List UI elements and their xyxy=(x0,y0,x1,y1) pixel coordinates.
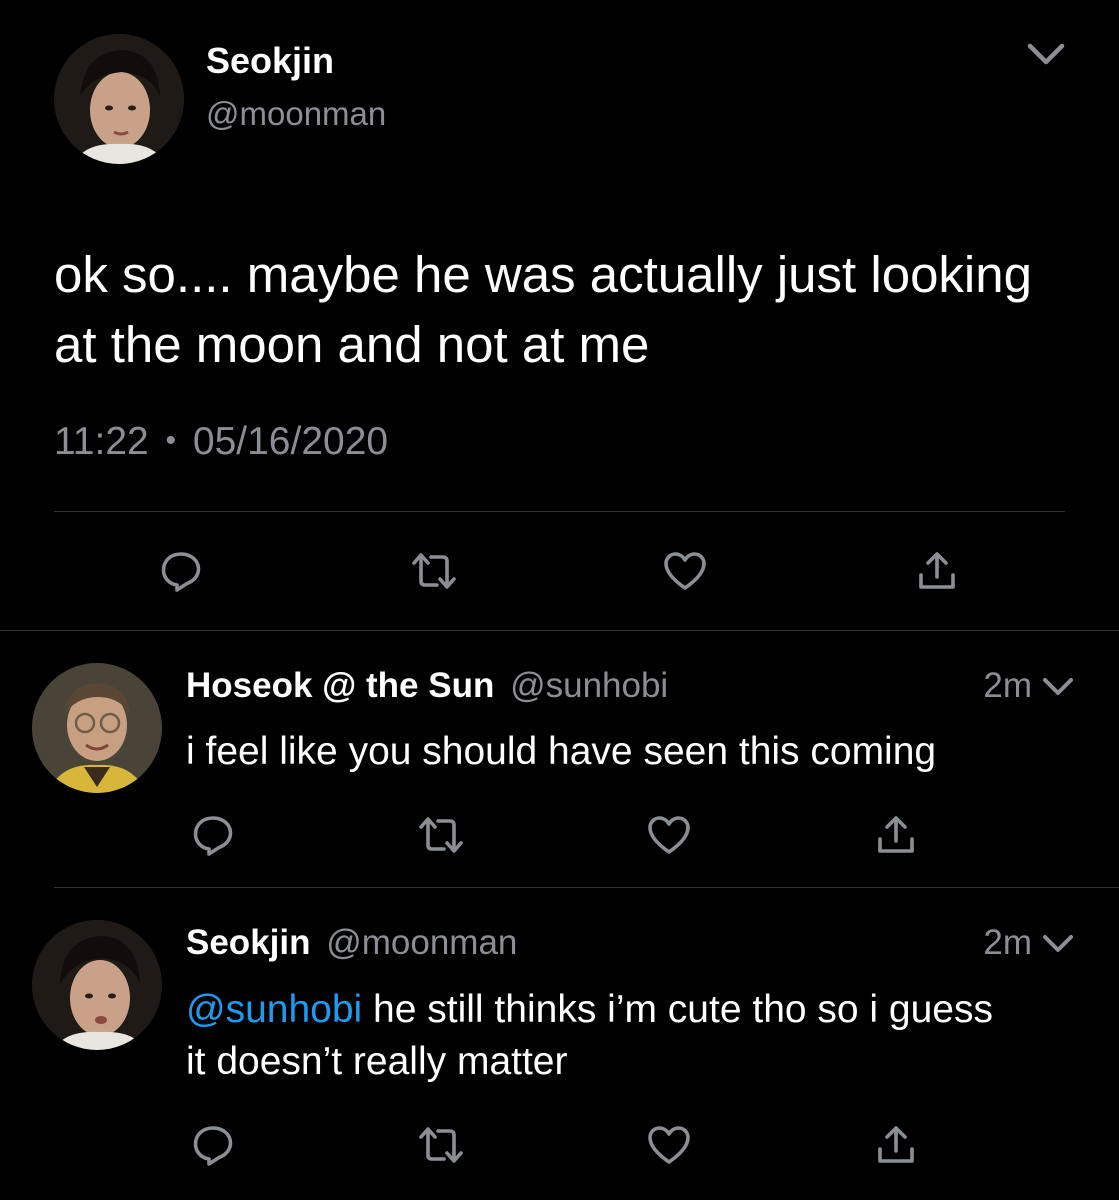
reply-display-name[interactable]: Seokjin xyxy=(186,923,310,962)
section-divider xyxy=(0,630,1119,631)
reply-handle[interactable]: @moonman xyxy=(326,923,517,962)
chevron-down-icon[interactable] xyxy=(1040,929,1076,959)
reply-button[interactable] xyxy=(183,1115,243,1175)
reply-text: i feel like you should have seen this co… xyxy=(186,730,937,773)
share-icon xyxy=(878,816,914,853)
like-button[interactable] xyxy=(639,1115,699,1175)
like-icon xyxy=(664,552,706,590)
meta-separator: • xyxy=(165,424,177,457)
like-icon xyxy=(648,816,690,854)
share-button[interactable] xyxy=(866,1115,926,1175)
reply-avatar[interactable] xyxy=(32,920,162,1050)
retweet-icon xyxy=(419,1127,463,1163)
reply-divider xyxy=(54,887,1119,888)
main-handle[interactable]: @moonman xyxy=(206,95,386,133)
retweet-icon xyxy=(412,553,456,589)
retweet-button[interactable] xyxy=(411,1115,471,1175)
like-button[interactable] xyxy=(639,805,699,865)
main-avatar[interactable] xyxy=(54,34,184,164)
reply-text: @sunhobi he still thinks i’m cute tho so… xyxy=(186,984,1006,1088)
share-button[interactable] xyxy=(866,805,926,865)
reply-handle[interactable]: @sunhobi xyxy=(510,666,668,705)
share-icon xyxy=(878,1126,914,1163)
reply-button[interactable] xyxy=(151,541,211,601)
share-icon xyxy=(919,552,955,589)
tweet-date: 05/16/2020 xyxy=(192,420,389,463)
retweet-button[interactable] xyxy=(411,805,471,865)
reply-icon xyxy=(161,552,201,592)
chevron-down-icon[interactable] xyxy=(1040,672,1076,702)
reply-icon xyxy=(193,816,233,856)
tweet-time: 11:22 xyxy=(54,420,149,463)
reply-button[interactable] xyxy=(183,805,243,865)
reply-header: Seokjin @moonman xyxy=(186,923,517,963)
like-button[interactable] xyxy=(655,541,715,601)
retweet-icon xyxy=(419,817,463,853)
share-button[interactable] xyxy=(907,541,967,601)
main-tweet-text: ok so.... maybe he was actually just loo… xyxy=(54,246,1032,373)
chevron-down-icon[interactable] xyxy=(1024,36,1068,72)
main-tweet-timestamp[interactable]: 11:22 • 05/16/2020 xyxy=(54,420,388,464)
like-icon xyxy=(648,1126,690,1164)
reply-timestamp: 2m xyxy=(983,923,1032,962)
reply-icon xyxy=(193,1126,233,1166)
mention-link[interactable]: @sunhobi xyxy=(186,988,362,1031)
reply-timestamp: 2m xyxy=(983,666,1032,705)
reply-header: Hoseok @ the Sun @sunhobi xyxy=(186,666,668,706)
retweet-button[interactable] xyxy=(404,541,464,601)
main-divider xyxy=(54,511,1065,512)
main-display-name[interactable]: Seokjin xyxy=(206,40,334,82)
reply-display-name[interactable]: Hoseok @ the Sun xyxy=(186,666,494,705)
reply-avatar[interactable] xyxy=(32,663,162,793)
